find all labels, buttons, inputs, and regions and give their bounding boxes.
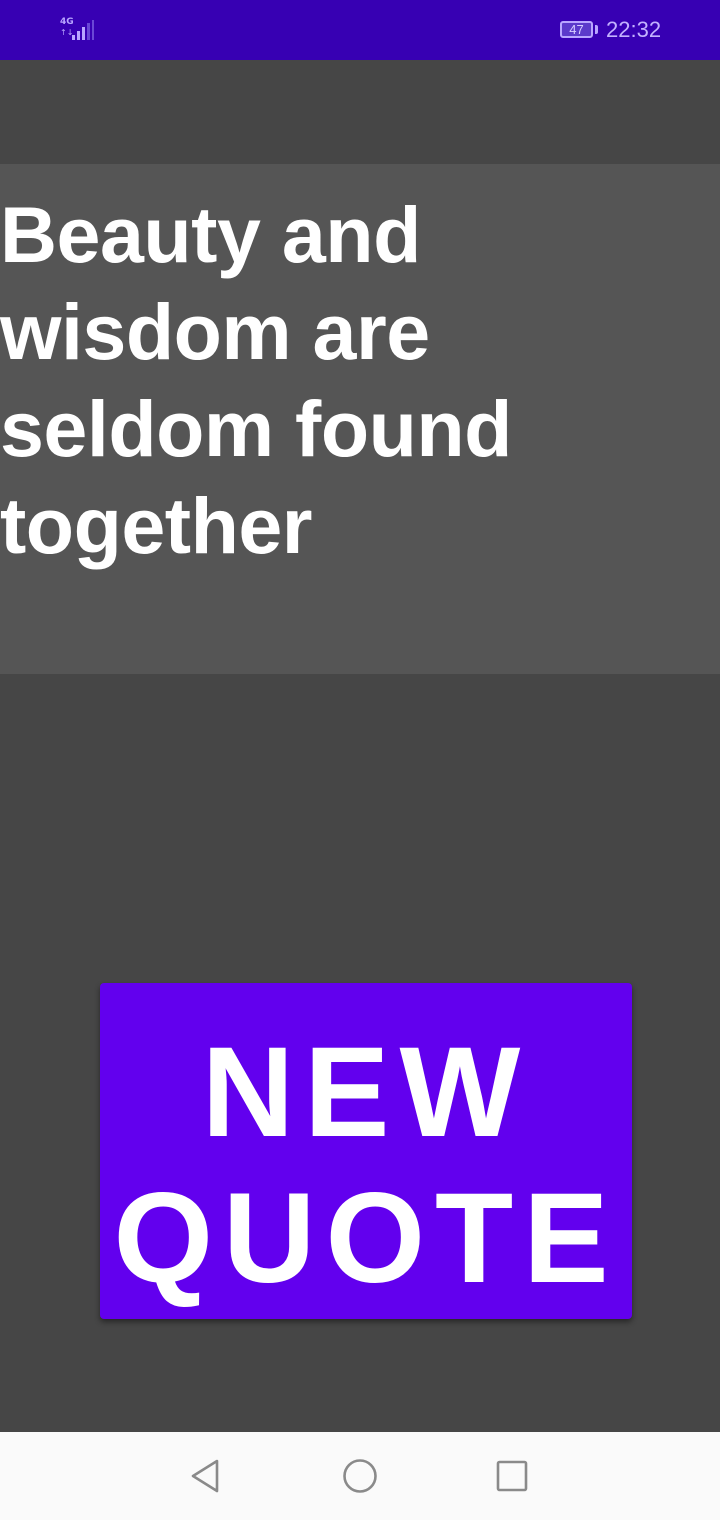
- signal-bar: [92, 20, 94, 40]
- back-triangle-icon[interactable]: [186, 1456, 226, 1496]
- cellular-signal-icon: 4G ↑↓: [60, 18, 96, 42]
- signal-bar: [82, 27, 85, 40]
- navigation-bar: [0, 1432, 720, 1520]
- new-quote-button-label-line2: QUOTE: [113, 1167, 619, 1310]
- battery-tip: [595, 25, 598, 34]
- new-quote-button-label-line1: NEW: [201, 1021, 531, 1164]
- signal-bar: [87, 23, 90, 40]
- home-circle-icon[interactable]: [341, 1457, 379, 1495]
- battery-icon: 47: [560, 21, 593, 38]
- signal-bar: [72, 35, 75, 40]
- quote-panel: Beauty and wisdom are seldom found toget…: [0, 164, 720, 674]
- status-clock: 22:32: [606, 17, 662, 42]
- signal-bar: [77, 31, 80, 40]
- quote-text: Beauty and wisdom are seldom found toget…: [0, 190, 512, 570]
- battery-level: 47: [569, 22, 584, 37]
- signal-bars: [72, 20, 94, 40]
- recents-square-icon[interactable]: [496, 1460, 528, 1492]
- status-bar: 4G ↑↓ 47 22:32: [0, 0, 720, 60]
- new-quote-button[interactable]: NEW QUOTE: [100, 983, 632, 1319]
